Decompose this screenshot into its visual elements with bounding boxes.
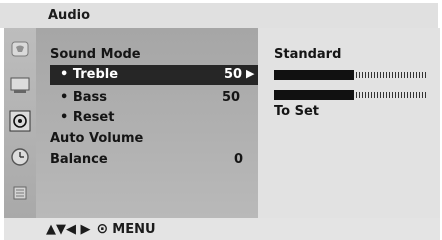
treble-value: 50 <box>224 67 243 82</box>
bass-level-fill <box>274 90 354 100</box>
lock-icon[interactable] <box>9 182 31 204</box>
menu-item-sound-mode[interactable]: Sound Mode <box>50 47 141 62</box>
treble-level-bar <box>274 70 428 80</box>
sound-mode-value: Standard <box>274 47 342 62</box>
screen-icon[interactable] <box>9 74 31 96</box>
picture-icon[interactable] <box>9 38 31 60</box>
menu-item-treble[interactable]: • Treble <box>60 67 118 82</box>
category-sidebar <box>4 28 36 218</box>
balance-value: 0 <box>234 152 244 167</box>
treble-level-ticks <box>356 72 428 78</box>
bass-value: 50 <box>222 90 241 105</box>
treble-level-fill <box>274 70 354 80</box>
menu-title: Audio <box>48 8 91 23</box>
header-corner <box>0 3 34 28</box>
audio-icon[interactable] <box>9 110 31 132</box>
nav-arrows-icon: ▲▼◀ ▶ <box>46 221 91 237</box>
selected-arrow-icon: ▶ <box>246 67 255 80</box>
menu-hint-label: MENU <box>112 221 156 237</box>
bass-level-ticks <box>356 92 428 98</box>
navigation-hint-bar: ▲▼◀ ▶ ⊙ MENU <box>4 218 440 240</box>
menu-item-reset[interactable]: • Reset <box>60 110 114 125</box>
time-icon[interactable] <box>9 146 31 168</box>
ok-button-icon: ⊙ <box>96 221 109 237</box>
menu-item-balance[interactable]: Balance <box>50 152 108 167</box>
menu-item-bass[interactable]: • Bass <box>60 90 107 105</box>
menu-item-auto-volume[interactable]: Auto Volume <box>50 131 143 146</box>
menu-title-bar: Audio <box>34 3 438 28</box>
to-set-hint: To Set <box>274 104 319 119</box>
bass-level-bar <box>274 90 428 100</box>
